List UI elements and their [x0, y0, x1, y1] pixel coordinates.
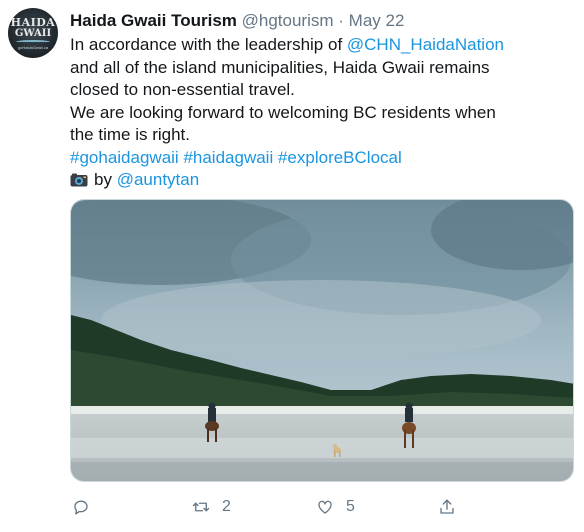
reply-button[interactable]: [72, 498, 90, 516]
photo-credit: by @auntytan: [70, 169, 578, 192]
credit-by: by: [94, 170, 112, 189]
tweet-text-span: In accordance with the leadership of: [70, 35, 347, 54]
user-handle[interactable]: @hgtourism: [242, 11, 334, 30]
hashtag-link[interactable]: #gohaidagwaii: [70, 148, 179, 167]
credit-mention-link[interactable]: @auntytan: [117, 170, 199, 189]
tweet-line: the time is right.: [70, 125, 190, 144]
tweet-photo[interactable]: [70, 199, 574, 482]
retweet-count: 2: [222, 498, 231, 515]
tweet-line: We are looking forward to welcoming BC r…: [70, 102, 496, 122]
tweet-actions: 2 5: [70, 498, 578, 526]
beach-photo-image: [71, 200, 573, 481]
like-count: 5: [346, 498, 355, 515]
avatar-logo-site: goHaidaGwaii.ca: [17, 44, 49, 50]
tweet-line: In accordance with the leadership of @CH…: [70, 34, 578, 57]
hashtag-link[interactable]: #haidagwaii: [183, 148, 273, 167]
retweet-button[interactable]: 2: [192, 498, 231, 516]
reply-icon: [74, 500, 88, 515]
camera-icon: [70, 173, 88, 187]
wave-icon: [16, 39, 50, 44]
tweet-text: In accordance with the leadership of @CH…: [70, 34, 578, 192]
share-button[interactable]: [438, 498, 456, 516]
avatar-logo-line2: GWAII: [14, 27, 52, 39]
heart-icon: [318, 500, 332, 514]
hashtag-link[interactable]: #exploreBClocal: [278, 148, 402, 167]
display-name[interactable]: Haida Gwaii Tourism: [70, 11, 237, 30]
avatar-logo-line1: HAIDA: [10, 15, 56, 29]
tweet-date[interactable]: May 22: [349, 11, 405, 30]
avatar[interactable]: HAIDA GWAII goHaidaGwaii.ca: [8, 8, 58, 58]
tweet-line: closed to non-essential travel.: [70, 80, 295, 99]
tweet-header: Haida Gwaii Tourism @hgtourism · May 22: [70, 10, 404, 32]
mention-link[interactable]: @CHN_HaidaNation: [347, 35, 504, 54]
retweet-icon: [192, 502, 210, 512]
separator-dot: ·: [338, 11, 344, 30]
like-button[interactable]: 5: [316, 498, 355, 516]
hashtag-line: #gohaidagwaii #haidagwaii #exploreBCloca…: [70, 147, 578, 170]
share-icon: [440, 499, 454, 514]
tweet-line: and all of the island municipalities, Ha…: [70, 57, 490, 77]
